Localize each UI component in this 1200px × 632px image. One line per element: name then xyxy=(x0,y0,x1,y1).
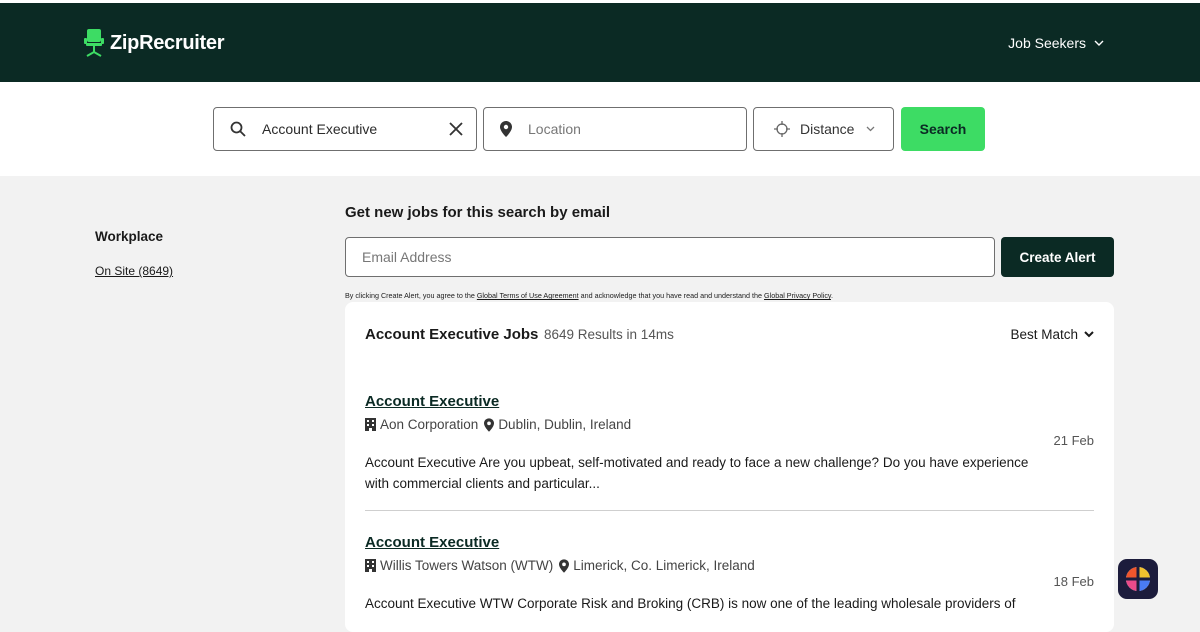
job-seekers-menu[interactable]: Job Seekers xyxy=(1008,35,1104,51)
filter-on-site-link[interactable]: On Site (8649) xyxy=(95,264,173,278)
legal-disclaimer: By clicking Create Alert, you agree to t… xyxy=(345,291,833,300)
create-alert-button[interactable]: Create Alert xyxy=(1001,237,1114,277)
job-listing: Account Executive Willis Towers Watson (… xyxy=(365,534,1094,614)
location-pin-icon xyxy=(559,558,570,573)
distance-label: Distance xyxy=(800,121,855,137)
job-listing: Account Executive Aon Corporation Dublin… xyxy=(365,393,1094,494)
job-meta: Aon Corporation Dublin, Dublin, Ireland xyxy=(365,417,1094,432)
location-pin-icon xyxy=(484,417,495,432)
close-icon[interactable] xyxy=(446,119,466,139)
email-alert-title: Get new jobs for this search by email xyxy=(345,204,611,221)
workplace-filter-title: Workplace xyxy=(95,229,164,244)
job-location: Limerick, Co. Limerick, Ireland xyxy=(573,558,755,573)
chevron-down-icon xyxy=(1094,40,1104,46)
chair-logo-icon xyxy=(84,29,104,57)
distance-select[interactable]: Distance xyxy=(753,107,894,151)
legal-middle: and acknowledge that you have read and u… xyxy=(578,291,765,300)
legal-suffix: . xyxy=(831,291,833,300)
logo-text: ZipRecruiter xyxy=(110,31,225,54)
chevron-down-icon xyxy=(867,126,875,132)
top-navbar: ZipRecruiter Job Seekers xyxy=(0,0,1200,82)
job-description: Account Executive Are you upbeat, self-m… xyxy=(365,455,1029,491)
ziprecruiter-logo[interactable]: ZipRecruiter xyxy=(84,29,225,57)
building-icon xyxy=(365,559,376,572)
terms-link[interactable]: Global Terms of Use Agreement xyxy=(477,291,579,300)
job-date: 21 Feb xyxy=(1053,433,1094,448)
job-title-link[interactable]: Account Executive xyxy=(365,534,1094,551)
crosshair-icon xyxy=(774,121,790,137)
location-input[interactable] xyxy=(526,120,746,138)
job-meta: Willis Towers Watson (WTW) Limerick, Co.… xyxy=(365,558,1094,573)
search-bar: Distance Search xyxy=(0,82,1200,176)
job-seekers-label: Job Seekers xyxy=(1008,35,1086,51)
results-count: 8649 Results in 14ms xyxy=(544,327,674,342)
job-description: Account Executive WTW Corporate Risk and… xyxy=(365,596,1016,611)
company-name: Willis Towers Watson (WTW) xyxy=(380,558,554,573)
floating-assistant-button[interactable] xyxy=(1118,559,1158,599)
company-name: Aon Corporation xyxy=(380,417,479,432)
email-field[interactable] xyxy=(345,237,995,277)
building-icon xyxy=(365,418,376,431)
location-field xyxy=(483,107,747,151)
privacy-policy-link[interactable]: Global Privacy Policy xyxy=(764,291,831,300)
legal-prefix: By clicking Create Alert, you agree to t… xyxy=(345,291,477,300)
colorful-app-icon xyxy=(1126,567,1150,591)
job-date: 18 Feb xyxy=(1053,574,1094,589)
search-icon xyxy=(230,121,246,137)
location-pin-icon xyxy=(500,121,512,137)
search-button[interactable]: Search xyxy=(901,107,985,151)
sort-dropdown[interactable]: Best Match xyxy=(1010,327,1094,342)
divider xyxy=(365,510,1094,511)
sort-label: Best Match xyxy=(1010,327,1078,342)
keyword-field xyxy=(213,107,477,151)
job-location: Dublin, Dublin, Ireland xyxy=(498,417,632,432)
keyword-input[interactable] xyxy=(260,120,446,138)
results-title: Account Executive Jobs xyxy=(365,326,539,343)
chevron-down-icon xyxy=(1084,331,1094,338)
job-title-link[interactable]: Account Executive xyxy=(365,393,1094,410)
results-card: Account Executive Jobs 8649 Results in 1… xyxy=(345,302,1114,632)
